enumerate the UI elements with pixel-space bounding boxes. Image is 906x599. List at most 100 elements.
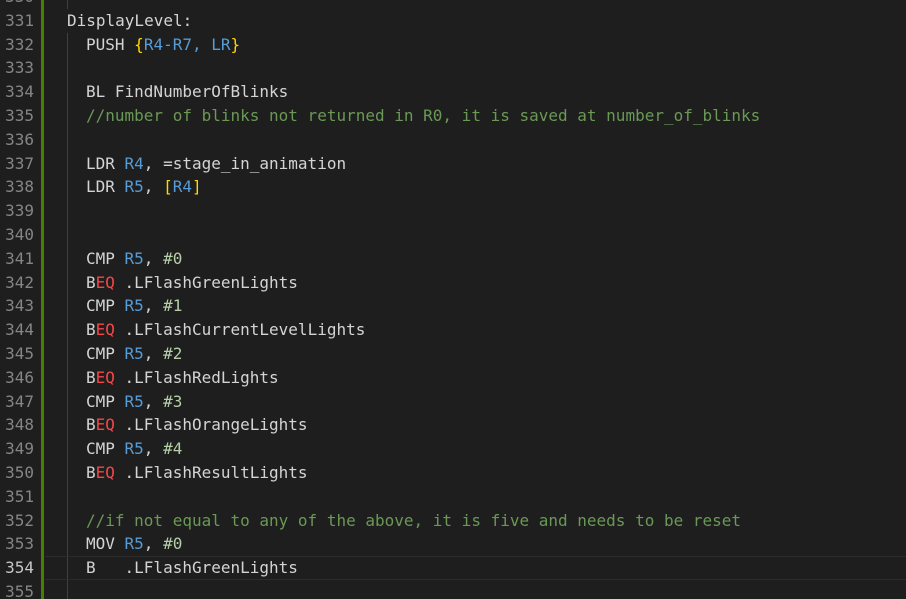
code-line[interactable]: 330	[0, 0, 906, 9]
code-line[interactable]: 355	[0, 579, 906, 599]
code-line[interactable]: 352 //if not equal to any of the above, i…	[0, 508, 906, 533]
code-line[interactable]: 346 BEQ .LFlashRedLights	[0, 365, 906, 390]
code-line[interactable]: 353 MOV R5, #0	[0, 532, 906, 557]
modified-line-marker[interactable]	[41, 199, 44, 223]
code-line[interactable]: 332 PUSH {R4-R7, LR}	[0, 32, 906, 57]
modified-line-marker[interactable]	[41, 556, 44, 580]
line-number: 331	[5, 10, 34, 30]
modified-line-marker[interactable]	[41, 460, 44, 485]
code-token: B	[86, 367, 96, 387]
line-number: 346	[5, 367, 34, 387]
modified-line-marker[interactable]	[41, 56, 44, 81]
line-number: 336	[5, 129, 34, 149]
code-token: B	[86, 320, 96, 340]
modified-line-marker[interactable]	[41, 0, 44, 9]
modified-line-marker[interactable]	[41, 151, 44, 176]
code-line[interactable]: 343 CMP R5, #1	[0, 294, 906, 319]
code-text: PUSH {R4-R7, LR}	[67, 33, 240, 57]
comment-token: //if not equal to any of the above, it i…	[86, 510, 742, 530]
register-token: R5	[124, 391, 144, 411]
code-text: //if not equal to any of the above, it i…	[67, 509, 741, 533]
code-token: .LFlashGreenLights	[114, 272, 298, 292]
code-text: MOV R5, #0	[67, 532, 182, 556]
code-editor[interactable]: 330331DisplayLevel:332PUSH {R4-R7, LR}33…	[0, 0, 906, 599]
line-number: 334	[5, 82, 34, 102]
modified-line-marker[interactable]	[41, 294, 44, 319]
code-token: .LFlashResultLights	[114, 462, 308, 482]
code-token: MOV	[86, 534, 125, 554]
code-line[interactable]: 338 LDR R5, [R4]	[0, 175, 906, 200]
code-token: ,	[143, 343, 164, 363]
modified-line-marker[interactable]	[41, 222, 44, 247]
immediate-token: #3	[163, 391, 183, 411]
code-line[interactable]: 342 BEQ .LFlashGreenLights	[0, 270, 906, 295]
line-number: 347	[5, 391, 34, 411]
code-text: DisplayLevel:	[67, 9, 192, 33]
immediate-token: #2	[163, 343, 183, 363]
code-token: ,	[143, 296, 164, 316]
modified-line-marker[interactable]	[41, 32, 44, 57]
indent-guide	[67, 0, 68, 9]
modified-line-marker[interactable]	[41, 318, 44, 342]
line-number: 343	[5, 296, 34, 316]
modified-line-marker[interactable]	[41, 389, 44, 414]
line-number: 351	[5, 486, 34, 506]
code-line[interactable]: 347 CMP R5, #3	[0, 389, 906, 414]
modified-line-marker[interactable]	[41, 127, 44, 152]
modified-line-marker[interactable]	[41, 579, 44, 599]
code-line[interactable]: 337 LDR R4, =stage_in_animation	[0, 151, 906, 176]
code-line[interactable]: 340	[0, 222, 906, 247]
code-line[interactable]: 336	[0, 127, 906, 152]
code-line[interactable]: 331 DisplayLevel:	[0, 8, 906, 33]
code-text: BEQ .LFlashResultLights	[67, 461, 308, 485]
register-token: R5	[124, 343, 144, 363]
modified-line-marker[interactable]	[41, 484, 44, 509]
modified-line-marker[interactable]	[41, 341, 44, 366]
code-text: LDR R4, =stage_in_animation	[67, 152, 346, 176]
code-token: B	[86, 462, 96, 482]
line-number: 332	[5, 34, 34, 54]
line-number: 348	[5, 415, 34, 435]
modified-line-marker[interactable]	[41, 437, 44, 461]
modified-line-marker[interactable]	[41, 80, 44, 104]
bracket-token: {	[134, 34, 144, 54]
line-number: 341	[5, 248, 34, 268]
code-token: CMP	[86, 439, 125, 459]
code-line[interactable]: 339	[0, 199, 906, 223]
line-number: 330	[0, 0, 34, 9]
modified-line-marker[interactable]	[41, 246, 44, 271]
comment-token: //number of blinks not returned in R0, i…	[86, 105, 761, 125]
code-token: .LFlashCurrentLevelLights	[114, 320, 366, 340]
code-text: CMP R5, #4	[67, 437, 182, 461]
code-token: ,	[143, 248, 164, 268]
code-line[interactable]: 333	[0, 56, 906, 81]
code-line[interactable]: 335 //number of blinks not returned in R0…	[0, 103, 906, 128]
code-line[interactable]: 334 BL FindNumberOfBlinks	[0, 80, 906, 104]
code-line[interactable]: 349 CMP R5, #4	[0, 437, 906, 461]
modified-line-marker[interactable]	[41, 270, 44, 295]
line-number: 352	[5, 510, 34, 530]
code-line[interactable]: 348 BEQ .LFlashOrangeLights	[0, 413, 906, 438]
modified-line-marker[interactable]	[41, 508, 44, 533]
indent-guide	[67, 127, 68, 152]
line-number: 333	[5, 58, 34, 78]
code-line[interactable]: 344 BEQ .LFlashCurrentLevelLights	[0, 318, 906, 342]
code-line[interactable]: 345 CMP R5, #2	[0, 341, 906, 366]
line-number: 354	[5, 558, 34, 578]
modified-line-marker[interactable]	[41, 8, 44, 33]
modified-line-marker[interactable]	[41, 103, 44, 128]
code-token: ,	[143, 391, 164, 411]
modified-line-marker[interactable]	[41, 413, 44, 438]
modified-line-marker[interactable]	[41, 532, 44, 557]
code-token: , =stage_in_animation	[143, 153, 347, 173]
modified-line-marker[interactable]	[41, 175, 44, 200]
code-line[interactable]: 350 BEQ .LFlashResultLights	[0, 460, 906, 485]
code-line[interactable]: 354 B .LFlashGreenLights	[0, 556, 906, 580]
line-number: 345	[5, 343, 34, 363]
modified-line-marker[interactable]	[41, 365, 44, 390]
line-number: 335	[5, 105, 34, 125]
indent-guide	[67, 222, 68, 247]
code-line[interactable]: 351	[0, 484, 906, 509]
code-line[interactable]: 341 CMP R5, #0	[0, 246, 906, 271]
register-token: R5	[124, 177, 144, 197]
